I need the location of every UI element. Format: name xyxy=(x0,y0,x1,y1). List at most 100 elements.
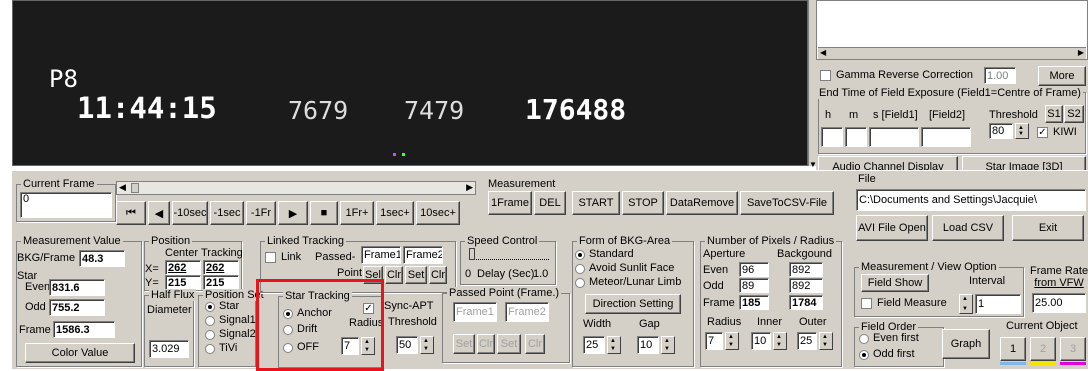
position-group: Position Center Tracking X= 262 262 Y= 2… xyxy=(144,235,243,291)
link-checkbox[interactable] xyxy=(265,252,276,263)
interval-input[interactable]: 1 xyxy=(975,294,1021,314)
interval-spinner[interactable] xyxy=(959,294,973,314)
bkg-meteor-radio[interactable] xyxy=(575,278,585,288)
pix-radius-input[interactable]: 7 xyxy=(705,332,723,350)
video-display[interactable]: P8 11:44:15 7679 7479 176488 xyxy=(12,0,808,166)
scroll-right-icon[interactable]: ▶ xyxy=(1078,48,1084,57)
stop-button[interactable]: STOP xyxy=(622,191,664,215)
graph-button[interactable]: Graph xyxy=(942,329,990,359)
width-spinner[interactable] xyxy=(607,336,621,354)
current-frame-group: Current Frame 0 xyxy=(16,178,116,222)
plus-1fr-button[interactable]: 1Fr+ xyxy=(340,201,374,225)
save-to-csv-button[interactable]: SaveToCSV-File xyxy=(740,191,834,215)
slider-left-icon[interactable]: ◀ xyxy=(119,182,126,193)
slider-thumb[interactable] xyxy=(131,183,139,193)
stop-playback-button[interactable]: ■ xyxy=(310,201,338,225)
linked-set-button[interactable]: Set xyxy=(405,266,427,284)
pos-signal2-radio[interactable] xyxy=(205,330,215,340)
frame-rate-label-2: from VFW xyxy=(1034,277,1084,289)
field-measure-checkbox[interactable] xyxy=(861,298,872,309)
time-field2-input[interactable] xyxy=(921,127,971,147)
current-frame-input[interactable]: 0 xyxy=(20,192,112,218)
object-2-button[interactable]: 2 xyxy=(1030,337,1056,361)
s2-button[interactable]: S2 xyxy=(1064,105,1084,123)
linked-clr-button[interactable]: Clr xyxy=(385,266,403,284)
even-label: Even xyxy=(25,281,51,293)
plus-1sec-button[interactable]: 1sec+ xyxy=(376,201,414,225)
more-button[interactable]: More xyxy=(1038,66,1086,86)
load-csv-button[interactable]: Load CSV xyxy=(932,215,1004,241)
minus-10sec-button[interactable]: -10sec xyxy=(172,201,208,225)
object-1-button[interactable]: 1 xyxy=(1000,337,1026,361)
center-label: Center xyxy=(165,247,199,259)
color-value-button[interactable]: Color Value xyxy=(25,343,135,363)
kiwi-label: KIWI xyxy=(1053,126,1077,138)
play-button[interactable]: ▶ xyxy=(278,201,308,225)
pix-even-ap: 96 xyxy=(739,262,769,277)
direction-setting-button[interactable]: Direction Setting xyxy=(585,294,681,314)
gamma-input[interactable]: 1.00 xyxy=(984,67,1016,84)
minus-1sec-button[interactable]: -1sec xyxy=(210,201,244,225)
aperture-label: Aperture xyxy=(703,248,746,260)
frame-rate-input[interactable]: 25.00 xyxy=(1032,293,1086,313)
pp-frame2-input[interactable]: Frame2 xyxy=(505,302,549,322)
scroll-left-icon[interactable]: ◀ xyxy=(820,48,826,57)
pp-clr2-button[interactable]: Clr xyxy=(525,334,545,354)
bkg-standard-radio[interactable] xyxy=(575,250,585,260)
st-threshold-input[interactable]: 50 xyxy=(396,336,418,354)
first-frame-button[interactable]: ⏮ xyxy=(116,201,146,225)
pix-inner-input[interactable]: 10 xyxy=(751,332,771,350)
pix-outer-spinner[interactable] xyxy=(819,332,833,350)
pix-inner-spinner[interactable] xyxy=(773,332,787,350)
plus-10sec-button[interactable]: 10sec+ xyxy=(416,201,460,225)
s1-button[interactable]: S1 xyxy=(1045,105,1063,123)
threshold-spinner[interactable] xyxy=(1015,123,1029,139)
pp-frame1-input[interactable]: Frame1 xyxy=(453,302,497,322)
time-s-field1-input[interactable] xyxy=(869,127,919,147)
linked-frame2-input[interactable]: Frame2 xyxy=(403,246,443,264)
bkg-avoid-radio[interactable] xyxy=(575,264,585,274)
delete-button[interactable]: DEL xyxy=(534,191,566,215)
pos-signal1-radio[interactable] xyxy=(205,316,215,326)
video-label: P8 xyxy=(49,65,78,93)
data-remove-button[interactable]: DataRemove xyxy=(666,191,738,215)
pp-clr1-button[interactable]: Clr xyxy=(477,334,495,354)
pix-odd-ap: 89 xyxy=(739,278,769,293)
slider-right-icon[interactable]: ▶ xyxy=(466,182,473,193)
frame-slider[interactable]: ◀ ▶ xyxy=(116,181,476,195)
prev-button[interactable]: ◀ xyxy=(148,201,170,225)
delay-slider[interactable] xyxy=(469,248,549,260)
pp-set1-button[interactable]: Set xyxy=(453,334,475,354)
minus-1fr-button[interactable]: -1Fr xyxy=(246,201,276,225)
delay-slider-thumb[interactable] xyxy=(469,248,475,260)
object-3-button[interactable]: 3 xyxy=(1060,337,1086,361)
linked-frame1-input[interactable]: Frame1 xyxy=(361,246,401,264)
field-show-button[interactable]: Field Show xyxy=(861,274,929,292)
list-hscroll[interactable]: ◀ ▶ xyxy=(818,47,1086,59)
exit-button[interactable]: Exit xyxy=(1012,215,1084,241)
gap-input[interactable]: 10 xyxy=(637,336,659,354)
diameter-label: Diameter xyxy=(147,304,192,316)
video-number-2: 7479 xyxy=(404,96,465,125)
time-m-input[interactable] xyxy=(845,127,867,147)
one-frame-button[interactable]: 1Frame xyxy=(488,191,532,215)
view-option-group: Measurement / View Option Field Show Int… xyxy=(854,261,1024,317)
st-threshold-spinner[interactable] xyxy=(420,336,434,354)
gap-spinner[interactable] xyxy=(661,336,675,354)
pos-star-radio[interactable] xyxy=(205,302,215,312)
odd-first-radio[interactable] xyxy=(859,350,869,360)
width-input[interactable]: 25 xyxy=(583,336,605,354)
file-path-input[interactable]: C:\Documents and Settings\Jacquie\ xyxy=(856,189,1086,211)
pp-set2-button[interactable]: Set xyxy=(497,334,521,354)
threshold-input[interactable]: 80 xyxy=(989,123,1013,139)
even-first-radio[interactable] xyxy=(859,334,869,344)
time-h-input[interactable] xyxy=(821,127,843,147)
linked-clr2-button[interactable]: Clr xyxy=(429,266,447,284)
gamma-checkbox[interactable] xyxy=(820,70,831,81)
avi-file-open-button[interactable]: AVI File Open xyxy=(856,215,928,241)
start-button[interactable]: START xyxy=(572,191,620,215)
pos-tivi-radio[interactable] xyxy=(205,344,215,354)
pix-radius-spinner[interactable] xyxy=(725,332,739,350)
pix-outer-input[interactable]: 25 xyxy=(797,332,817,350)
kiwi-checkbox[interactable]: ✓ xyxy=(1037,127,1048,138)
